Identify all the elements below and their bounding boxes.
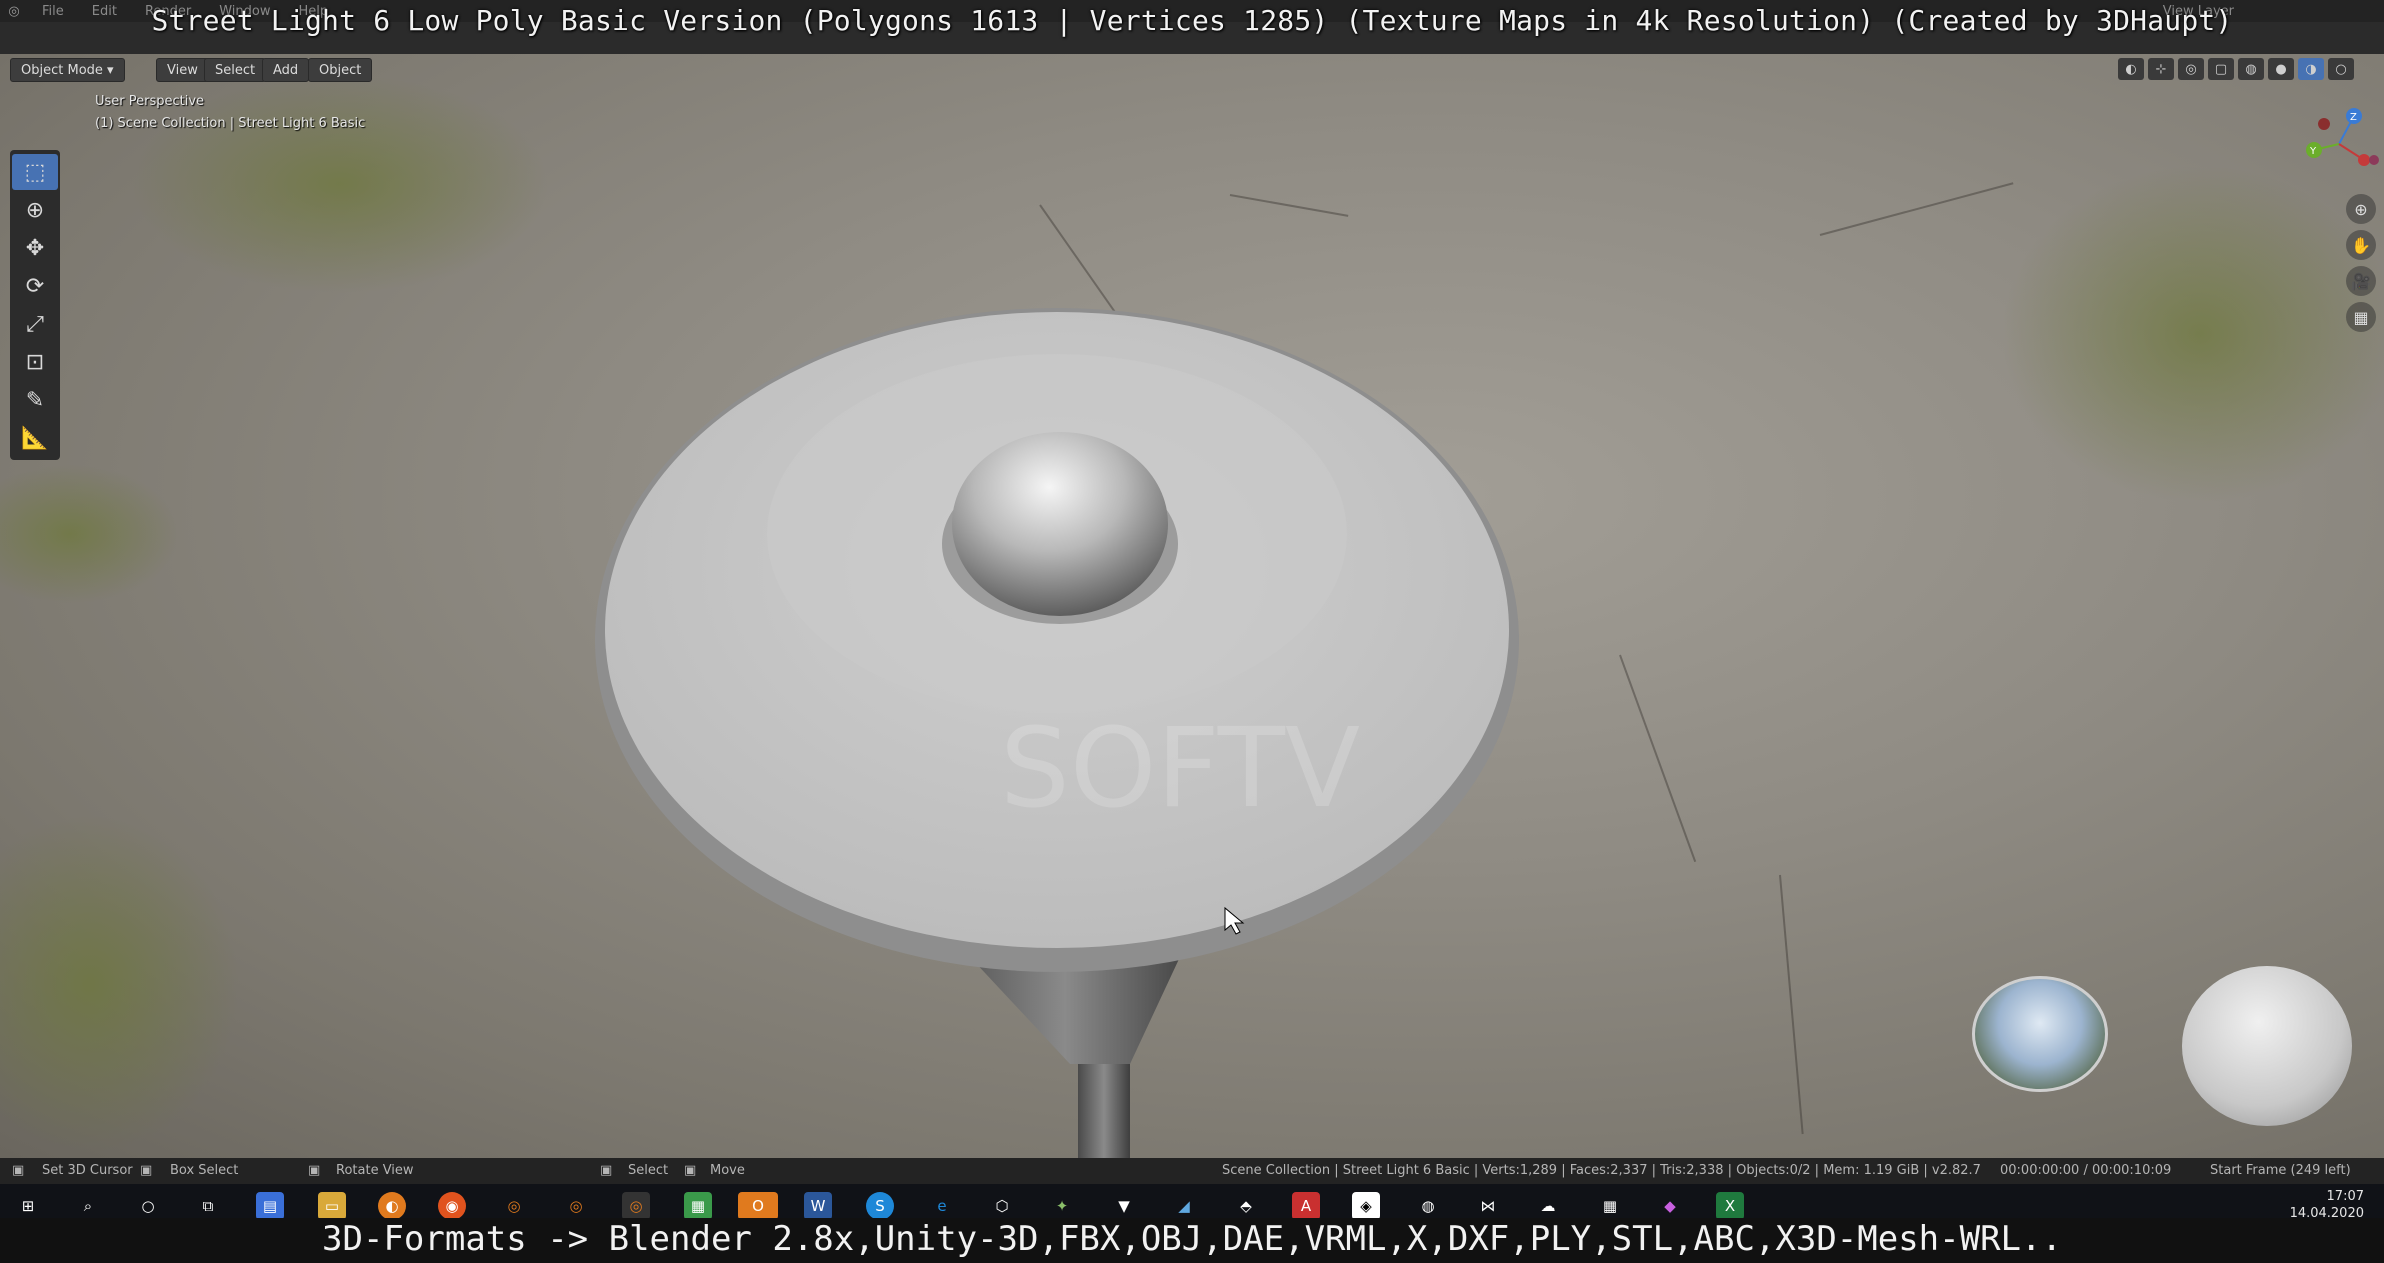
word-icon[interactable]: W [804, 1192, 832, 1220]
excel-icon[interactable]: X [1716, 1192, 1744, 1220]
unity-icon[interactable]: ◈ [1352, 1192, 1380, 1220]
obs-icon[interactable]: ◍ [1414, 1192, 1442, 1220]
app-icon[interactable]: ◐ [378, 1192, 406, 1220]
system-clock[interactable]: 17:07 14.04.2020 [2290, 1188, 2364, 1222]
perspective-label: User Perspective [95, 94, 205, 109]
status-set-cursor: Set 3D Cursor [42, 1163, 133, 1178]
visibility-icon[interactable]: ◐ [2118, 58, 2144, 80]
move-tool-icon[interactable]: ✥ [12, 230, 58, 266]
cursor-tool-icon[interactable]: ⊕ [12, 192, 58, 228]
blender-icon[interactable]: ◎ [500, 1192, 528, 1220]
material-shading-icon[interactable]: ◑ [2298, 58, 2324, 80]
shading-buttons: ◐ ⊹ ◎ ▢ ◍ ● ◑ ○ [2118, 58, 2354, 80]
mouse-right-icon: ▣ [140, 1163, 153, 1178]
gizmo-y-label: Y [2309, 146, 2317, 157]
timeline-time: 00:00:00:00 / 00:00:10:09 [2000, 1163, 2172, 1178]
wireframe-shading-icon[interactable]: ◍ [2238, 58, 2264, 80]
select-menu[interactable]: Select [204, 58, 267, 82]
camera-view-icon[interactable]: 🎥 [2346, 266, 2376, 296]
formats-overlay: 3D-Formats -> Blender 2.8x,Unity-3D,FBX,… [0, 1218, 2384, 1263]
status-bar: ▣ Set 3D Cursor ▣ Box Select ▣ Rotate Vi… [0, 1158, 2384, 1184]
mouse-left-icon: ▣ [12, 1163, 25, 1178]
watermark: SOFTV [1000, 704, 1361, 832]
save-app-icon[interactable]: ▤ [256, 1192, 284, 1220]
blender-icon[interactable]: ◎ [562, 1192, 590, 1220]
rendered-shading-icon[interactable]: ○ [2328, 58, 2354, 80]
maps-pin-icon[interactable]: ◆ [1656, 1192, 1684, 1220]
app-icon[interactable]: ⬘ [1232, 1192, 1260, 1220]
notepad-icon[interactable]: ▦ [684, 1192, 712, 1220]
task-view-icon[interactable]: ⧉ [194, 1192, 222, 1220]
zoom-icon[interactable]: ⊕ [2346, 194, 2376, 224]
object-mode-dropdown[interactable]: Object Mode ▾ [10, 58, 125, 82]
object-menu[interactable]: Object [308, 58, 373, 82]
gizmo-z-label: Z [2350, 112, 2357, 123]
windows-start-icon[interactable]: ⊞ [14, 1192, 42, 1220]
blender-icon[interactable]: ◎ [622, 1192, 650, 1220]
3d-box-icon[interactable]: ⬡ [988, 1192, 1016, 1220]
outlook-icon[interactable]: O [738, 1192, 778, 1220]
mouse-icon: ▣ [684, 1163, 697, 1178]
status-rotate-view: Rotate View [336, 1163, 414, 1178]
navigation-gizmo[interactable]: Z Y [2294, 104, 2384, 184]
mouse-middle-icon: ▣ [308, 1163, 321, 1178]
status-move: Move [710, 1163, 745, 1178]
app-icon[interactable]: ◢ [1170, 1192, 1198, 1220]
xray-icon[interactable]: ▢ [2208, 58, 2234, 80]
add-menu[interactable]: Add [262, 58, 310, 82]
transform-tool-icon[interactable]: ⊡ [12, 344, 58, 380]
unity-icon[interactable]: ▼ [1110, 1192, 1138, 1220]
app-icon[interactable]: ✦ [1048, 1192, 1076, 1220]
ortho-grid-icon[interactable]: ▦ [2346, 302, 2376, 332]
overlay-toggle-icon[interactable]: ◎ [2178, 58, 2204, 80]
solid-shading-icon[interactable]: ● [2268, 58, 2294, 80]
edge-icon[interactable]: e [928, 1192, 956, 1220]
tool-shelf: ⬚ ⊕ ✥ ⟳ ⤢ ⊡ ✎ 📐 [10, 150, 60, 460]
scale-tool-icon[interactable]: ⤢ [12, 306, 58, 342]
hdri-reflection-sphere [1972, 976, 2108, 1092]
status-select: Select [628, 1163, 669, 1178]
cortana-icon[interactable]: ○ [134, 1192, 162, 1220]
search-icon[interactable]: ⌕ [74, 1192, 102, 1220]
skype-icon[interactable]: S [866, 1192, 894, 1220]
title-overlay: Street Light 6 Low Poly Basic Version (P… [151, 4, 2233, 37]
app-icon[interactable]: ☁ [1534, 1192, 1562, 1220]
annotate-tool-icon[interactable]: ✎ [12, 382, 58, 418]
3d-viewport[interactable]: SOFTV Object Mode ▾ View Select Add Obje… [0, 54, 2384, 1158]
start-frame-info: Start Frame (249 left) [2210, 1163, 2351, 1178]
clock-time: 17:07 [2326, 1189, 2364, 1204]
rotate-tool-icon[interactable]: ⟳ [12, 268, 58, 304]
mouse-icon: ▣ [600, 1163, 613, 1178]
pan-hand-icon[interactable]: ✋ [2346, 230, 2376, 260]
visual-studio-icon[interactable]: ⋈ [1474, 1192, 1502, 1220]
select-box-tool-icon[interactable]: ⬚ [12, 154, 58, 190]
firefox-icon[interactable]: ◉ [438, 1192, 466, 1220]
scene-statistics: Scene Collection | Street Light 6 Basic … [1222, 1163, 1981, 1178]
file-explorer-icon[interactable]: ▭ [318, 1192, 346, 1220]
lamp-disc [595, 308, 1519, 972]
calculator-icon[interactable]: ▦ [1596, 1192, 1624, 1220]
gizmo-toggle-icon[interactable]: ⊹ [2148, 58, 2174, 80]
view-menu[interactable]: View [156, 58, 209, 82]
status-box-select: Box Select [170, 1163, 239, 1178]
acrobat-icon[interactable]: A [1292, 1192, 1320, 1220]
hdri-diffuse-sphere [2182, 966, 2352, 1126]
collection-label: (1) Scene Collection | Street Light 6 Ba… [95, 116, 366, 131]
measure-tool-icon[interactable]: 📐 [12, 420, 58, 456]
